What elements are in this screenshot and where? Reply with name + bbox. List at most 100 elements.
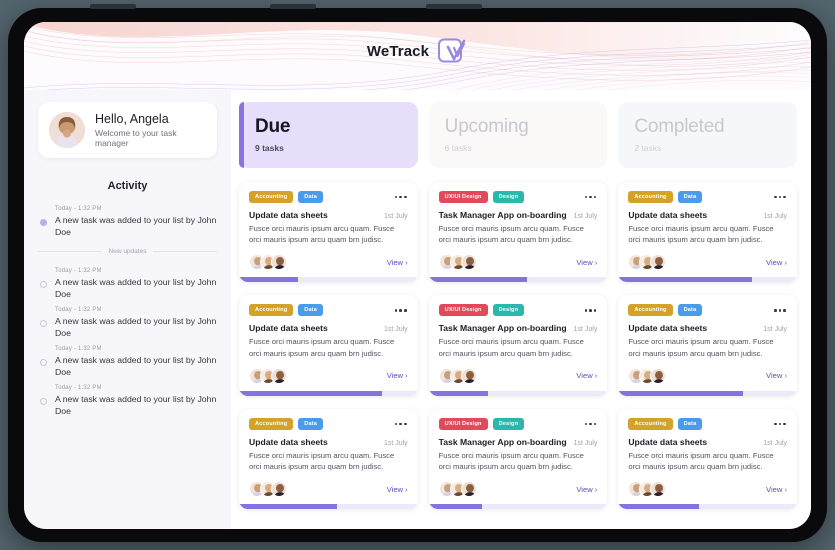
- view-task-link[interactable]: View ›: [387, 485, 408, 494]
- app-body: Hello, Angela Welcome to your task manag…: [24, 90, 811, 529]
- member-avatar-icon: [651, 482, 666, 497]
- task-progress-fill: [428, 390, 488, 396]
- task-tag[interactable]: Data: [677, 191, 703, 203]
- view-task-link[interactable]: View ›: [387, 258, 408, 267]
- assignee-avatar[interactable]: [271, 254, 287, 271]
- assignee-avatar-group: [628, 254, 667, 271]
- task-progress-track: [239, 390, 418, 396]
- column-header-completed[interactable]: Completed 2 tasks: [618, 102, 798, 168]
- column-task-count: 6 tasks: [444, 143, 472, 153]
- app-screen: WeTrack Hello, Angela Welcome to your ta…: [24, 22, 811, 529]
- task-tag[interactable]: Accounting: [628, 191, 673, 203]
- activity-item[interactable]: Today - 1:32 PM A new task was added to y…: [38, 346, 217, 378]
- task-tag[interactable]: Data: [298, 304, 323, 317]
- task-tag[interactable]: Data: [298, 191, 323, 203]
- view-task-link[interactable]: View ›: [387, 371, 408, 380]
- task-tag[interactable]: UX/UI Design: [438, 304, 488, 317]
- activity-body: Today - 1:32 PM A new task was added to y…: [55, 346, 217, 378]
- activity-timestamp: Today - 1:32 PM: [55, 206, 102, 212]
- task-tag[interactable]: UX/UI Design: [438, 191, 488, 203]
- task-card[interactable]: UX/UI Design Design Task Manager App on-bo…: [428, 408, 608, 510]
- assignee-avatar[interactable]: [650, 254, 667, 271]
- task-card[interactable]: UX/UI Design Design Task Manager App on-bo…: [428, 182, 608, 283]
- activity-timestamp: Today - 1:32 PM: [55, 307, 102, 313]
- column-title: Upcoming: [444, 116, 529, 137]
- task-title: Update data sheets: [249, 436, 328, 447]
- more-horizontal-icon[interactable]: [584, 420, 598, 429]
- task-board: Due 9 tasks Accounting Data Update data shee…: [231, 90, 811, 529]
- assignee-avatar[interactable]: [460, 254, 477, 271]
- more-horizontal-icon[interactable]: [584, 193, 598, 202]
- task-tag[interactable]: UX/UI Design: [438, 417, 488, 430]
- view-task-link[interactable]: View ›: [576, 258, 597, 267]
- avatar: [49, 112, 85, 148]
- task-title: Update data sheets: [628, 323, 708, 334]
- more-horizontal-icon[interactable]: [394, 306, 408, 315]
- task-title: Update data sheets: [628, 436, 708, 447]
- task-card[interactable]: Accounting Data Update data sheets 1st July…: [618, 408, 798, 510]
- task-due-date: 1st July: [383, 326, 408, 334]
- profile-card[interactable]: Hello, Angela Welcome to your task manag…: [38, 102, 217, 158]
- more-horizontal-icon[interactable]: [584, 306, 598, 315]
- task-card[interactable]: Accounting Data Update data sheets 1st July…: [239, 408, 418, 510]
- task-tag[interactable]: Accounting: [249, 191, 294, 203]
- activity-message: A new task was added to your list by Joh…: [55, 316, 217, 338]
- assignee-avatar[interactable]: [650, 367, 667, 384]
- more-horizontal-icon[interactable]: [773, 306, 787, 315]
- assignee-avatar[interactable]: [271, 481, 287, 498]
- task-tag[interactable]: Accounting: [249, 304, 294, 317]
- task-tag-row: Accounting Data: [249, 417, 408, 430]
- app-header: WeTrack: [24, 22, 811, 90]
- assignee-avatar[interactable]: [271, 367, 287, 384]
- task-progress-track: [428, 390, 608, 396]
- task-tag[interactable]: Data: [298, 417, 323, 430]
- task-tag[interactable]: Data: [677, 417, 703, 430]
- task-tag[interactable]: Accounting: [628, 304, 673, 317]
- more-horizontal-icon[interactable]: [394, 193, 408, 202]
- activity-item[interactable]: Today - 1:32 PM A new task was added to y…: [38, 307, 217, 339]
- task-card[interactable]: Accounting Data Update data sheets 1st July…: [239, 295, 418, 396]
- task-tag[interactable]: Data: [677, 304, 703, 317]
- activity-item[interactable]: Today - 1:32 PM A new task was added to y…: [38, 385, 217, 417]
- column-title: Completed: [634, 116, 725, 137]
- task-card-body: UX/UI Design Design Task Manager App on-bo…: [429, 409, 608, 504]
- activity-timestamp: Today - 1:32 PM: [55, 268, 102, 274]
- task-tag[interactable]: Design: [492, 304, 525, 317]
- task-card[interactable]: Accounting Data Update data sheets 1st July…: [239, 182, 418, 283]
- task-title: Update data sheets: [249, 323, 328, 334]
- activity-status-dot: [40, 359, 47, 366]
- task-tag[interactable]: Accounting: [628, 417, 673, 430]
- activity-item[interactable]: Today - 1:32 PM A new task was added to y…: [38, 206, 217, 238]
- column-header-due[interactable]: Due 9 tasks: [239, 102, 418, 168]
- activity-body: Today - 1:32 PM A new task was added to y…: [55, 206, 217, 238]
- more-horizontal-icon[interactable]: [394, 420, 408, 429]
- assignee-avatar[interactable]: [650, 481, 667, 498]
- activity-item[interactable]: Today - 1:32 PM A new task was added to y…: [38, 268, 217, 300]
- task-progress-fill: [618, 277, 753, 283]
- task-tag[interactable]: Design: [492, 417, 525, 430]
- task-card[interactable]: Accounting Data Update data sheets 1st July…: [618, 295, 798, 396]
- task-tag[interactable]: Design: [492, 191, 525, 203]
- view-task-link[interactable]: View ›: [576, 371, 597, 380]
- task-card-body: Accounting Data Update data sheets 1st July…: [239, 182, 418, 277]
- task-card[interactable]: Accounting Data Update data sheets 1st July…: [618, 182, 798, 283]
- view-task-link[interactable]: View ›: [766, 258, 787, 267]
- column-header-upcoming[interactable]: Upcoming 6 tasks: [428, 102, 608, 168]
- task-tag-row: UX/UI Design Design: [438, 191, 598, 203]
- task-due-date: 1st July: [573, 439, 598, 447]
- task-card[interactable]: UX/UI Design Design Task Manager App on-bo…: [428, 295, 608, 396]
- task-tag[interactable]: Accounting: [249, 417, 294, 430]
- task-tag-row: Accounting Data: [628, 304, 787, 317]
- new-updates-divider: New updates: [38, 248, 218, 255]
- view-task-link[interactable]: View ›: [766, 485, 787, 494]
- greeting-subtitle: Welcome to your task manager: [95, 128, 177, 148]
- view-task-link[interactable]: View ›: [576, 485, 597, 494]
- brand-lockup: WeTrack: [24, 38, 811, 64]
- assignee-avatar-group: [628, 481, 667, 498]
- column-task-count: 2 tasks: [634, 143, 662, 153]
- view-task-link[interactable]: View ›: [766, 371, 787, 380]
- assignee-avatar[interactable]: [460, 367, 477, 384]
- more-horizontal-icon[interactable]: [773, 420, 787, 429]
- more-horizontal-icon[interactable]: [773, 193, 787, 202]
- assignee-avatar[interactable]: [460, 481, 477, 498]
